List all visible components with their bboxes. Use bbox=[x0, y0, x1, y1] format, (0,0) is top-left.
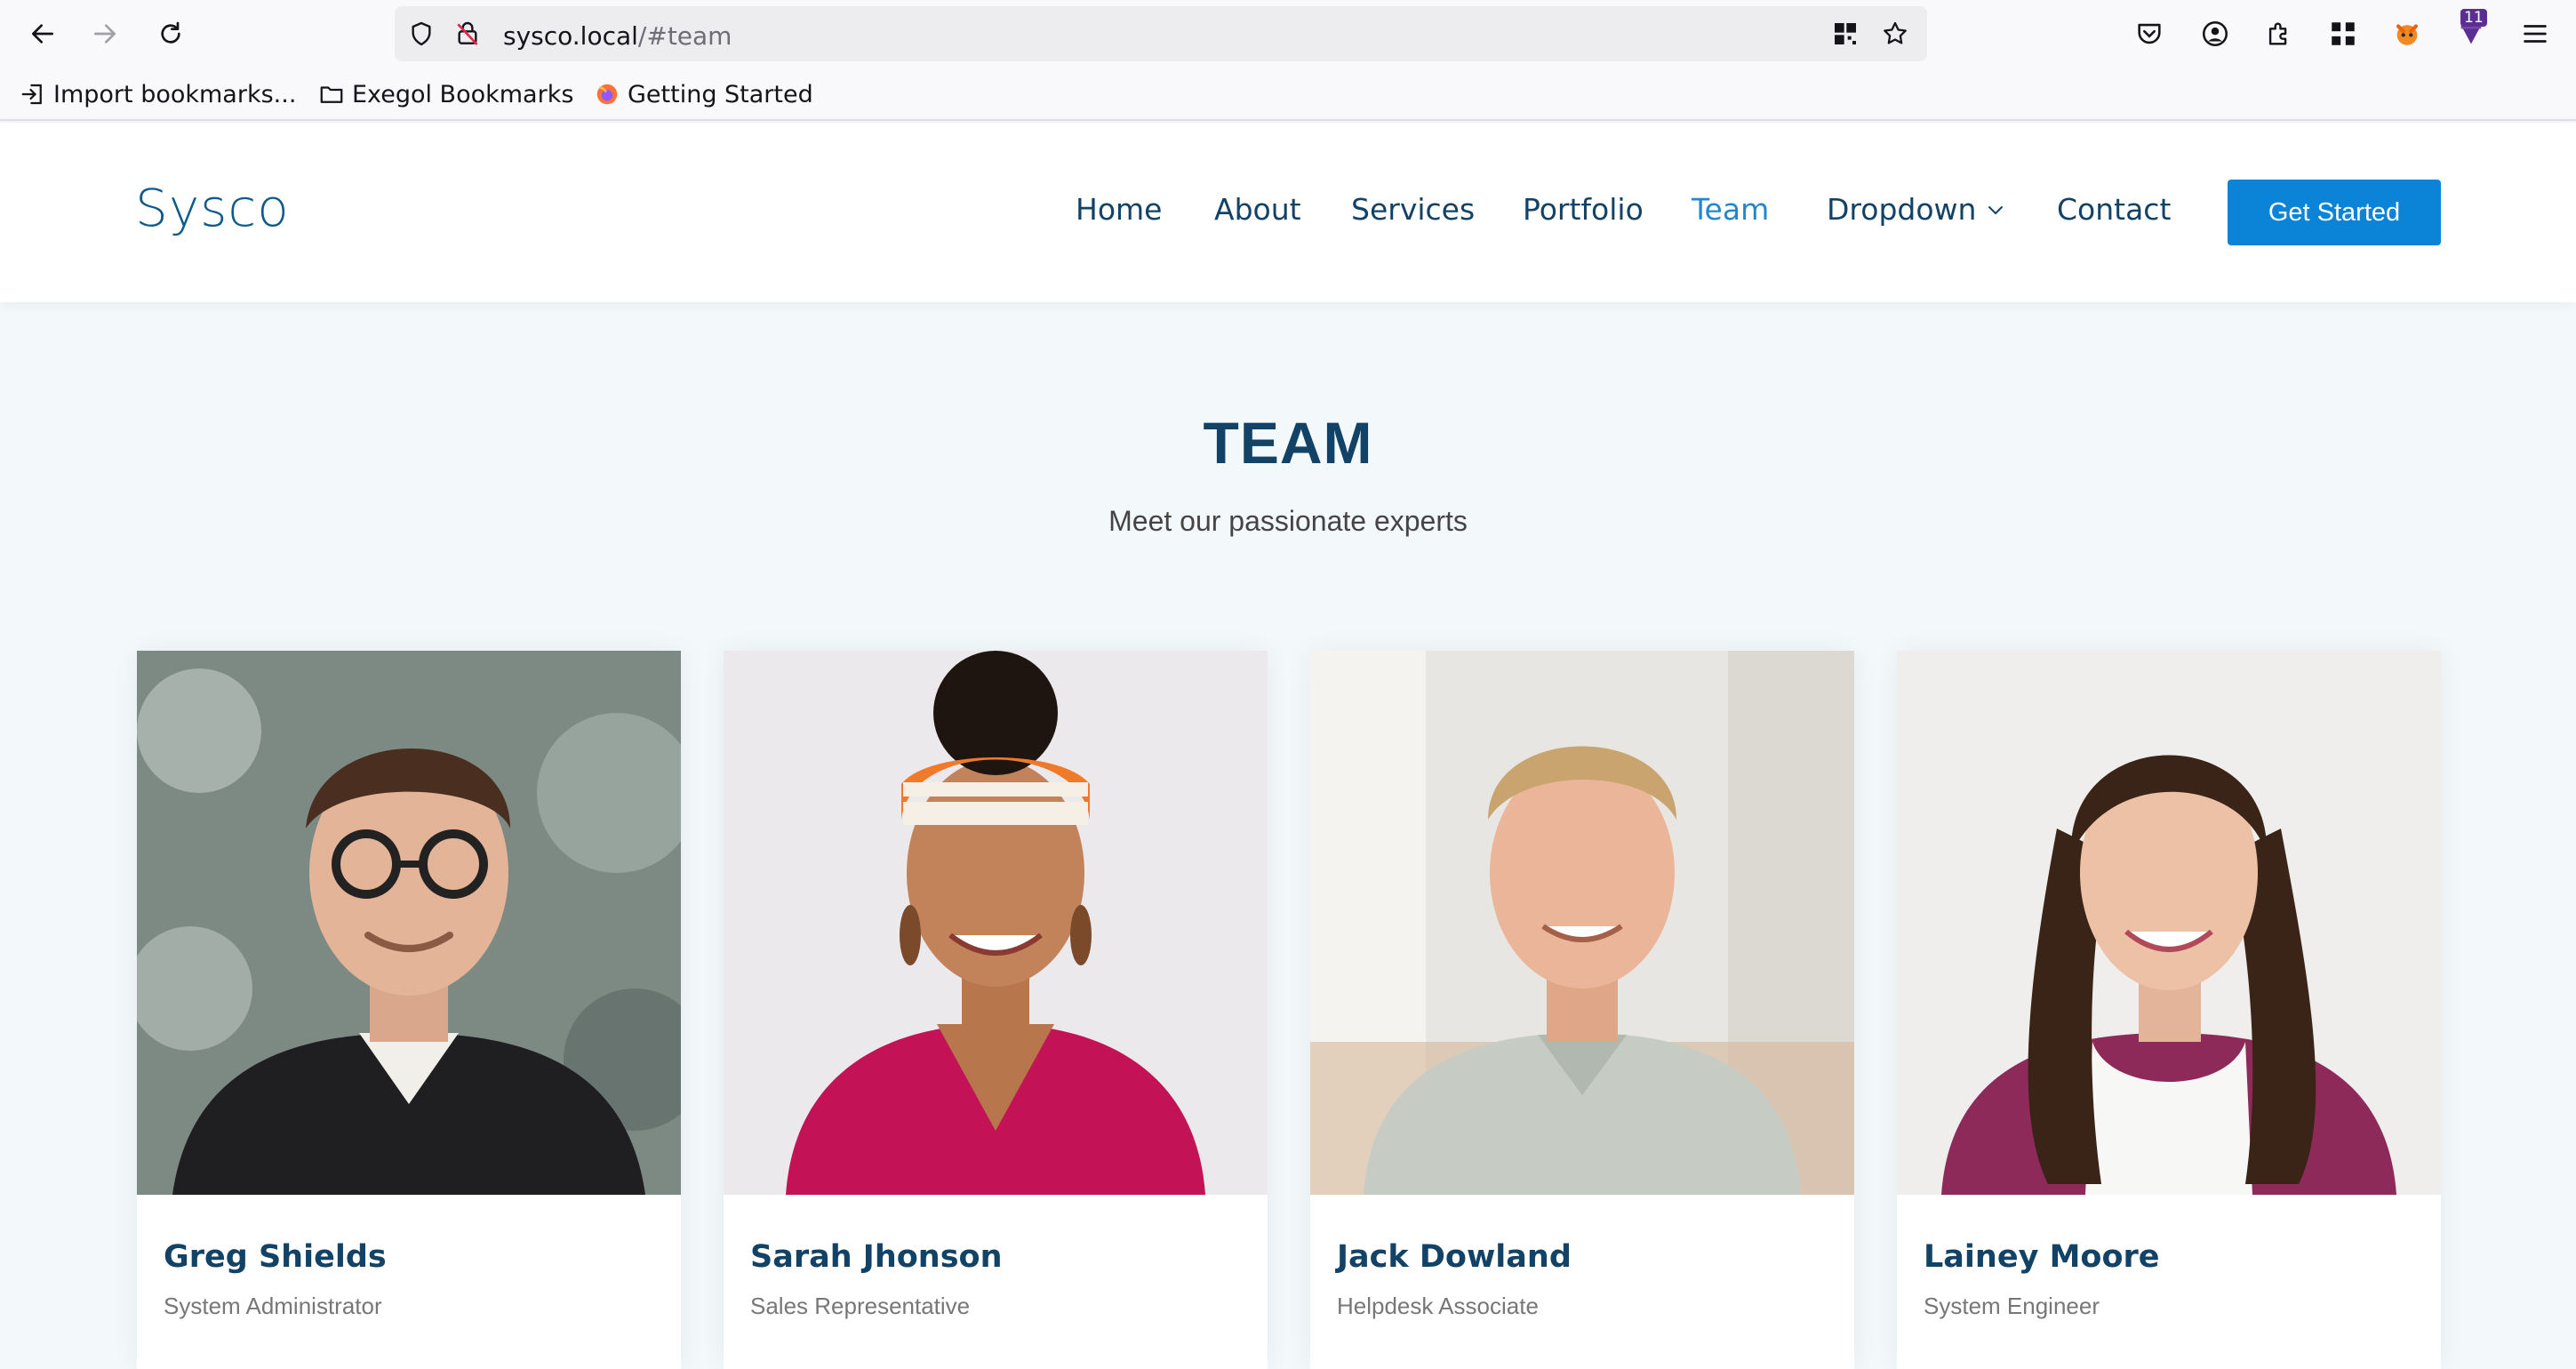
bookmark-label: Import bookmarks... bbox=[53, 80, 297, 108]
bookmark-label: Exegol Bookmarks bbox=[352, 80, 574, 108]
bookmark-getting-started[interactable]: Getting Started bbox=[594, 78, 813, 110]
team-member-card: Jack Dowland Helpdesk Associate bbox=[1310, 651, 1854, 1369]
apps-button[interactable] bbox=[2327, 18, 2359, 50]
pocket-icon bbox=[2138, 23, 2161, 44]
team-member-card: Greg Shields System Administrator bbox=[137, 651, 681, 1369]
team-member-role: Sales Representative bbox=[750, 1293, 971, 1319]
account-icon bbox=[2202, 20, 2228, 47]
nav-portfolio[interactable]: Portfolio bbox=[1523, 192, 1644, 227]
browser-toolbar: sysco.local/#team 11 bbox=[0, 0, 2576, 68]
site-header: Sysco Home About Services Portfolio Team… bbox=[0, 123, 2576, 302]
team-member-photo bbox=[1897, 651, 2441, 1195]
nav-dropdown-label: Dropdown bbox=[1827, 192, 1977, 227]
url-path: /#team bbox=[637, 21, 732, 51]
team-member-role: Helpdesk Associate bbox=[1337, 1293, 1539, 1319]
url-text: sysco.local/#team bbox=[503, 21, 732, 51]
nav-contact[interactable]: Contact bbox=[2057, 192, 2171, 227]
puzzle-icon bbox=[2268, 22, 2287, 45]
import-icon bbox=[21, 84, 42, 105]
bookmark-star-icon[interactable] bbox=[1881, 20, 1909, 48]
extension-badge: 11 bbox=[2460, 9, 2487, 27]
url-host: sysco.local bbox=[503, 21, 638, 51]
team-member-photo bbox=[724, 651, 1268, 1195]
team-member-name: Greg Shields bbox=[164, 1239, 387, 1275]
nav-home[interactable]: Home bbox=[1076, 192, 1162, 227]
reload-button[interactable] bbox=[153, 16, 188, 52]
get-started-button[interactable]: Get Started bbox=[2228, 180, 2441, 245]
arrow-right-icon bbox=[94, 24, 116, 44]
fox-extension-icon bbox=[2396, 24, 2419, 45]
back-button[interactable] bbox=[25, 16, 60, 52]
nav-services[interactable]: Services bbox=[1351, 192, 1475, 227]
reload-icon bbox=[161, 21, 180, 44]
site-logo[interactable]: Sysco bbox=[135, 178, 290, 238]
hamburger-menu-icon bbox=[2524, 25, 2547, 43]
team-member-name: Lainey Moore bbox=[1924, 1239, 2160, 1275]
bookmark-label: Getting Started bbox=[628, 80, 813, 108]
bookmark-exegol[interactable]: Exegol Bookmarks bbox=[318, 78, 573, 110]
firefox-icon bbox=[596, 84, 618, 105]
section-subtitle: Meet our passionate experts bbox=[1108, 505, 1468, 537]
extensions-button[interactable] bbox=[2263, 18, 2295, 50]
team-member-photo bbox=[137, 651, 681, 1195]
pocket-button[interactable] bbox=[2133, 18, 2165, 50]
insecure-lock-icon[interactable] bbox=[453, 20, 482, 48]
team-member-name: Jack Dowland bbox=[1337, 1239, 1572, 1275]
url-bar[interactable]: sysco.local/#team bbox=[395, 6, 1927, 61]
qr-code-icon[interactable] bbox=[1831, 20, 1860, 48]
nav-dropdown[interactable]: Dropdown bbox=[1827, 192, 2006, 227]
account-button[interactable] bbox=[2199, 18, 2231, 50]
team-member-role: System Engineer bbox=[1924, 1293, 2100, 1319]
team-member-role: System Administrator bbox=[164, 1293, 382, 1319]
team-member-card: Lainey Moore System Engineer bbox=[1897, 651, 2441, 1369]
team-member-photo bbox=[1310, 651, 1854, 1195]
extension-fox-button[interactable] bbox=[2391, 18, 2423, 50]
menu-button[interactable] bbox=[2519, 18, 2551, 50]
team-member-name: Sarah Jhonson bbox=[750, 1239, 1003, 1275]
folder-icon bbox=[320, 86, 343, 103]
nav-team[interactable]: Team bbox=[1692, 192, 1769, 227]
shield-icon[interactable] bbox=[407, 20, 436, 48]
bookmarks-bar: Import bookmarks... Exegol Bookmarks Get… bbox=[0, 68, 2576, 121]
arrow-left-icon bbox=[32, 24, 53, 44]
bookmark-import[interactable]: Import bookmarks... bbox=[20, 78, 296, 110]
team-member-card: Sarah Jhonson Sales Representative bbox=[724, 651, 1268, 1369]
section-title: TEAM bbox=[1203, 410, 1373, 476]
nav-about[interactable]: About bbox=[1214, 192, 1301, 227]
grid-icon bbox=[2332, 22, 2355, 45]
chevron-down-icon bbox=[1988, 205, 2004, 214]
forward-button[interactable] bbox=[87, 16, 123, 52]
